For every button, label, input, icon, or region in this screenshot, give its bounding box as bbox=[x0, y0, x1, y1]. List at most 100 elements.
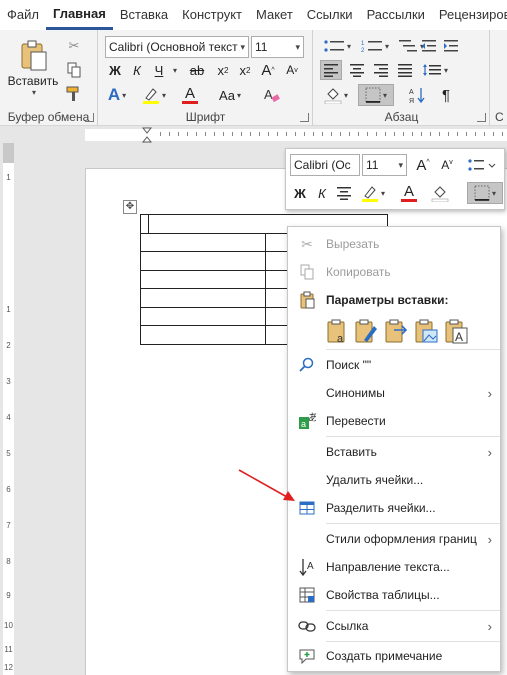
mini-align-center-button[interactable] bbox=[334, 182, 354, 204]
justify-button[interactable] bbox=[394, 60, 416, 80]
shading-button[interactable]: ▾ bbox=[320, 84, 352, 106]
paste-button[interactable]: Вставить ▾ bbox=[8, 36, 58, 100]
align-center-button[interactable] bbox=[346, 60, 368, 80]
superscript-button[interactable]: x2 bbox=[235, 60, 255, 80]
menu-item-cut[interactable]: ✂ Вырезать bbox=[288, 230, 500, 258]
tab-references[interactable]: Ссылки bbox=[300, 0, 360, 30]
paste-keep-source-button[interactable]: a bbox=[326, 318, 350, 345]
ruler-tick bbox=[340, 132, 341, 136]
italic-button[interactable]: К bbox=[127, 60, 147, 80]
format-painter-button[interactable] bbox=[64, 84, 84, 104]
copy-button[interactable] bbox=[64, 60, 84, 80]
menu-item-search[interactable]: Поиск "" bbox=[288, 351, 500, 379]
table-cell[interactable] bbox=[140, 288, 266, 308]
menu-item-insert[interactable]: Вставить › bbox=[288, 438, 500, 466]
ruler-tick bbox=[169, 132, 170, 136]
group-label: Буфер обмена bbox=[7, 110, 90, 124]
decrease-indent-button[interactable] bbox=[418, 36, 440, 56]
tab-mailings[interactable]: Рассылки bbox=[360, 0, 432, 30]
dialog-launcher-icon[interactable] bbox=[300, 113, 309, 122]
paste-text-only-button[interactable]: A bbox=[444, 318, 468, 344]
strikethrough-button[interactable]: ab bbox=[185, 60, 209, 80]
table-cell[interactable] bbox=[140, 269, 266, 289]
ruler-number: 10 bbox=[4, 621, 13, 630]
menu-item-translate[interactable]: aあ Перевести bbox=[288, 407, 500, 435]
paragraph-group: ▾ 12 ▾ ▾ ▾ ▾ ▾ A Я ¶ Абзац bbox=[314, 30, 490, 126]
bullets-button[interactable]: ▾ bbox=[320, 36, 354, 56]
table-cell[interactable] bbox=[140, 251, 266, 271]
font-name-combo[interactable]: Calibri (Основной текст ▾ bbox=[105, 36, 249, 58]
tab-file[interactable]: Файл bbox=[0, 0, 46, 30]
vertical-ruler[interactable]: 1 1 2 3 4 5 6 7 8 9 10 11 12 bbox=[0, 143, 16, 675]
clear-formatting-button[interactable]: A bbox=[259, 84, 283, 106]
ruler-tick bbox=[430, 132, 431, 136]
bold-button[interactable]: Ж bbox=[105, 60, 125, 80]
ruler-number: 8 bbox=[6, 557, 11, 566]
ruler-tick bbox=[457, 132, 458, 136]
menu-item-border-styles[interactable]: Стили оформления границ › bbox=[288, 525, 500, 553]
mini-borders-button[interactable]: ▾ bbox=[467, 182, 503, 204]
mini-italic-button[interactable]: К bbox=[312, 182, 332, 204]
numbering-button[interactable]: 12 ▾ bbox=[358, 36, 392, 56]
grow-font-button[interactable]: A ^ bbox=[257, 60, 279, 80]
multilevel-list-icon bbox=[398, 40, 417, 52]
mini-shrink-font-button[interactable]: Av bbox=[436, 154, 458, 176]
increase-indent-button[interactable] bbox=[440, 36, 462, 56]
menu-item-new-comment[interactable]: Создать примечание bbox=[288, 642, 500, 670]
align-right-button[interactable] bbox=[370, 60, 392, 80]
paste-merge-format-button[interactable] bbox=[354, 318, 378, 344]
mini-font-size-combo[interactable]: 11 ▾ bbox=[362, 154, 407, 176]
menu-item-delete-cells[interactable]: Удалить ячейки... bbox=[288, 466, 500, 494]
mini-styles-button[interactable] bbox=[462, 154, 502, 176]
menu-item-split-cells[interactable]: Разделить ячейки... bbox=[288, 494, 500, 522]
menu-item-table-properties[interactable]: Свойства таблицы... bbox=[288, 581, 500, 609]
paste-picture-button[interactable] bbox=[414, 318, 438, 344]
dialog-launcher-icon[interactable] bbox=[85, 113, 94, 122]
line-spacing-button[interactable]: ▾ bbox=[418, 60, 452, 80]
show-formatting-button[interactable]: ¶ bbox=[434, 84, 458, 106]
ruler-margin-shade bbox=[3, 143, 14, 163]
paste-nested-table-button[interactable] bbox=[384, 318, 408, 344]
menu-item-text-direction[interactable]: A Направление текста... bbox=[288, 553, 500, 581]
menu-item-copy[interactable]: Копировать bbox=[288, 258, 500, 286]
font-size-combo[interactable]: 11 ▾ bbox=[251, 36, 304, 58]
dialog-launcher-icon[interactable] bbox=[477, 113, 486, 122]
chevron-right-icon: › bbox=[487, 618, 492, 634]
mini-font-name-combo[interactable]: Calibri (Ос bbox=[290, 154, 360, 176]
indent-marker[interactable] bbox=[141, 127, 153, 143]
mini-font-color-button[interactable]: A bbox=[394, 182, 424, 204]
mini-bold-button[interactable]: Ж bbox=[290, 182, 310, 204]
tab-review[interactable]: Рецензиров bbox=[432, 0, 507, 30]
ruler-number: 7 bbox=[6, 521, 11, 530]
underline-dropdown[interactable]: ▾ bbox=[169, 60, 179, 80]
borders-button[interactable]: ▾ bbox=[358, 84, 394, 106]
table-cell[interactable] bbox=[140, 306, 266, 326]
mini-grow-font-button[interactable]: A^ bbox=[412, 154, 434, 176]
subscript-button[interactable]: x2 bbox=[213, 60, 233, 80]
menu-item-synonyms[interactable]: Синонимы › bbox=[288, 379, 500, 407]
tab-design[interactable]: Конструкт bbox=[175, 0, 249, 30]
change-case-button[interactable]: Aa ▾ bbox=[215, 84, 245, 106]
menu-item-link[interactable]: Ссылка › bbox=[288, 612, 500, 640]
horizontal-ruler[interactable] bbox=[0, 127, 507, 143]
shrink-font-button[interactable]: Av bbox=[281, 60, 303, 80]
underline-button[interactable]: Ч bbox=[149, 60, 169, 80]
font-color-button[interactable]: A bbox=[175, 84, 205, 106]
table-cell[interactable] bbox=[140, 214, 149, 234]
tab-home[interactable]: Главная bbox=[45, 0, 113, 30]
table-cell[interactable] bbox=[140, 232, 266, 252]
highlight-button[interactable]: ▾ bbox=[139, 84, 169, 106]
paste-icon bbox=[298, 291, 316, 309]
tab-layout[interactable]: Макет bbox=[249, 0, 300, 30]
text-effects-button[interactable]: A ▾ bbox=[105, 84, 129, 106]
menu-item-label: Свойства таблицы... bbox=[326, 588, 440, 602]
sort-button[interactable]: AЯ bbox=[406, 84, 430, 106]
align-left-button[interactable] bbox=[320, 60, 342, 80]
indent-marker-icon bbox=[141, 127, 153, 143]
table-cell[interactable] bbox=[140, 325, 266, 345]
table-move-handle[interactable]: ✥ bbox=[123, 200, 137, 214]
mini-highlight-button[interactable]: ▾ bbox=[358, 182, 388, 204]
cut-button[interactable]: ✂ bbox=[64, 36, 84, 56]
mini-shading-button[interactable] bbox=[430, 182, 450, 204]
tab-insert[interactable]: Вставка bbox=[113, 0, 175, 30]
